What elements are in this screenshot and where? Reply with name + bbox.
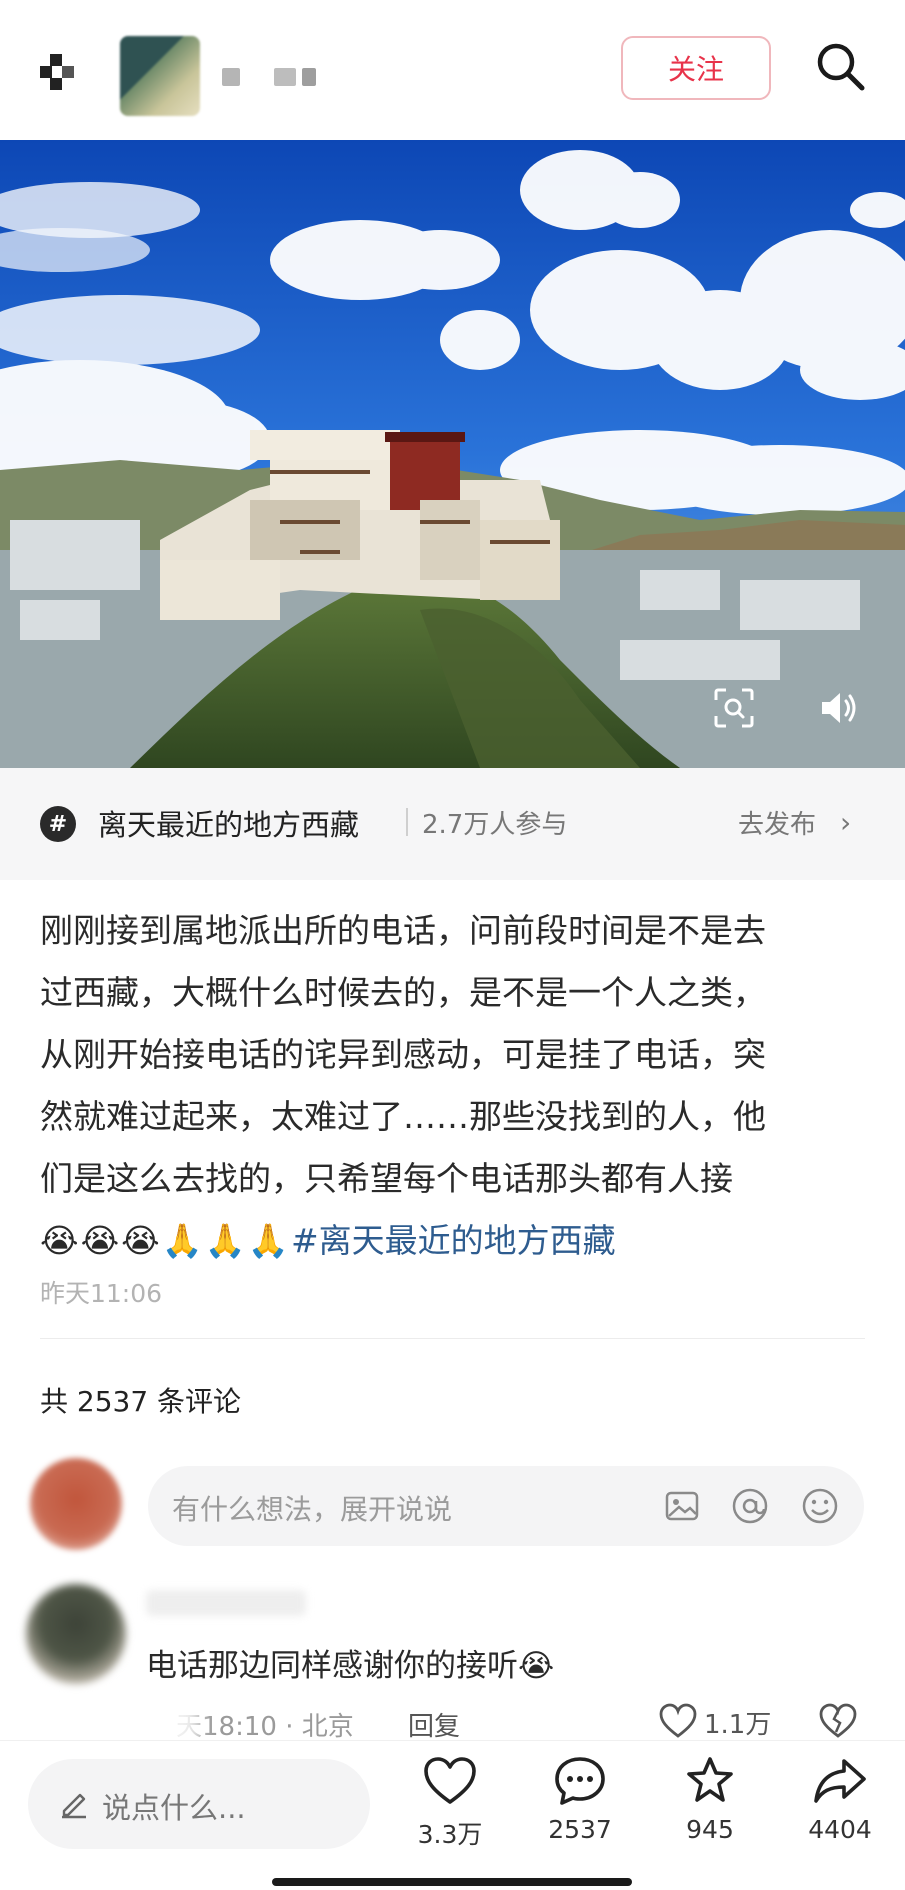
- heart-icon[interactable]: [658, 1702, 698, 1740]
- crying-emoji: 😭: [40, 1221, 79, 1260]
- smiley-icon[interactable]: [800, 1486, 840, 1526]
- image-icon[interactable]: [662, 1486, 702, 1526]
- back-button[interactable]: [40, 44, 100, 104]
- post-time: 昨天11:06: [40, 1279, 163, 1308]
- comment-icon: [555, 1757, 605, 1805]
- post-image[interactable]: [0, 140, 905, 768]
- emoji-row: 😭😭😭🙏🙏🙏#离天最近的地方西藏: [40, 1210, 875, 1272]
- comment-placeholder: 有什么想法，展开说说: [172, 1493, 453, 1526]
- at-icon[interactable]: [730, 1486, 770, 1526]
- comment-meta: 天18:10 · 北京: [176, 1712, 354, 1742]
- share-button[interactable]: 4404: [790, 1755, 890, 1844]
- heart-icon: [424, 1757, 476, 1804]
- comment-author[interactable]: [146, 1590, 306, 1616]
- author-avatar[interactable]: [120, 36, 200, 116]
- divider: [406, 808, 408, 836]
- comment-count: 共 2537 条评论: [40, 1385, 242, 1418]
- topic-bar[interactable]: # 离天最近的地方西藏 2.7万人参与 去发布 ›: [0, 768, 905, 880]
- divider: [40, 1338, 865, 1339]
- home-indicator: [272, 1878, 632, 1886]
- post-line: 从刚开始接电话的诧异到感动，可是挂了电话，突: [40, 1035, 766, 1074]
- pray-emoji: 🙏: [204, 1221, 246, 1260]
- potala-photo: [0, 140, 905, 768]
- bottom-action-bar: 说点什么... 3.3万 2537 945 4404: [0, 1740, 905, 1890]
- like-button[interactable]: 3.3万: [400, 1755, 500, 1851]
- broken-heart-icon[interactable]: [818, 1702, 858, 1740]
- back-icon: [50, 54, 62, 66]
- image-search-icon[interactable]: [712, 686, 756, 730]
- comment-text: 电话那边同样感谢你的接听😭: [146, 1648, 555, 1684]
- favorite-count: 945: [686, 1815, 734, 1844]
- search-icon[interactable]: [812, 38, 868, 94]
- post-line: 过西藏，大概什么时候去的，是不是一个人之类，: [40, 973, 766, 1012]
- publish-link[interactable]: 去发布: [738, 804, 816, 841]
- say-something-input[interactable]: 说点什么...: [28, 1759, 370, 1849]
- comment-count: 2537: [548, 1815, 612, 1844]
- author-name[interactable]: [218, 60, 318, 90]
- like-count: 1.1万: [704, 1710, 772, 1740]
- favorite-button[interactable]: 945: [660, 1755, 760, 1844]
- avatar[interactable]: [26, 1584, 126, 1684]
- star-icon: [687, 1757, 733, 1802]
- pencil-icon: [62, 1793, 86, 1819]
- avatar: [30, 1458, 122, 1550]
- pray-emoji: 🙏: [247, 1221, 289, 1260]
- crying-emoji: 😭: [121, 1221, 160, 1260]
- post-line: 然就难过起来，太难过了……那些没找到的人，他: [40, 1097, 766, 1136]
- comment-input[interactable]: 有什么想法，展开说说: [148, 1466, 864, 1546]
- follow-button[interactable]: 关注: [621, 36, 771, 100]
- reply-button[interactable]: 回复: [408, 1706, 460, 1743]
- like-count: 3.3万: [417, 1820, 483, 1849]
- chevron-right-icon: ›: [840, 806, 852, 839]
- topic-participants: 2.7万人参与: [422, 810, 568, 840]
- post-body: 刚刚接到属地派出所的电话，问前段时间是不是去 过西藏，大概什么时候去的，是不是一…: [40, 900, 875, 1272]
- share-count: 4404: [808, 1815, 872, 1844]
- hashtag-link[interactable]: #离天最近的地方西藏: [291, 1221, 616, 1260]
- top-bar: 关注: [0, 0, 905, 140]
- post-line: 们是这么去找的，只希望每个电话那头都有人接: [40, 1159, 733, 1198]
- say-placeholder: 说点什么...: [102, 1791, 246, 1825]
- speaker-icon[interactable]: [816, 686, 860, 730]
- crying-emoji: 😭: [80, 1221, 120, 1260]
- comment-button[interactable]: 2537: [530, 1755, 630, 1844]
- post-line: 刚刚接到属地派出所的电话，问前段时间是不是去: [40, 911, 766, 950]
- share-icon: [814, 1759, 866, 1803]
- pray-emoji: 🙏: [161, 1221, 203, 1260]
- hash-icon: #: [40, 806, 76, 842]
- topic-title: 离天最近的地方西藏: [98, 808, 360, 842]
